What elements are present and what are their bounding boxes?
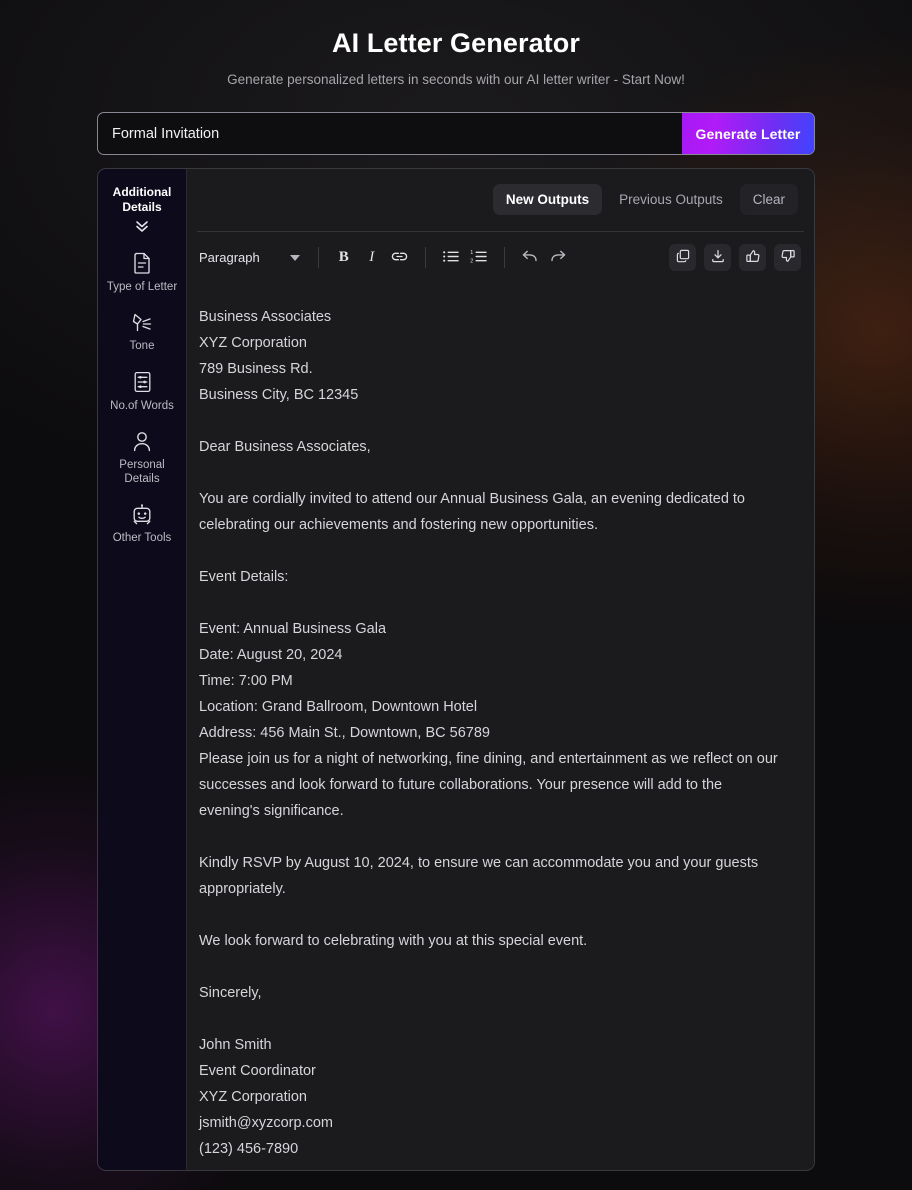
redo-icon <box>549 249 567 267</box>
thumbs-down-button[interactable] <box>774 244 801 272</box>
undo-icon <box>521 249 539 267</box>
chevron-down-icon <box>289 254 300 261</box>
generate-letter-button[interactable]: Generate Letter <box>682 113 814 154</box>
sidebar-item-tone[interactable]: Tone <box>99 303 185 362</box>
download-button[interactable] <box>704 244 731 272</box>
download-icon <box>711 249 725 266</box>
sidebar-item-personal-details[interactable]: Personal Details <box>99 422 185 495</box>
recipient-company: XYZ Corporation <box>199 334 307 351</box>
app-root: AI Letter Generator Generate personalize… <box>0 0 912 1190</box>
link-icon <box>391 249 408 267</box>
user-icon <box>132 431 152 452</box>
undo-button[interactable] <box>516 245 544 271</box>
letter-signature-block: John Smith Event Coordinator XYZ Corpora… <box>199 1032 785 1162</box>
numbered-list-icon: 1 2 <box>470 249 488 267</box>
letter-output[interactable]: Business Associates XYZ Corporation 789 … <box>187 284 814 1170</box>
sidebar: Additional Details Type of Letter Tone N… <box>98 169 187 1170</box>
bullet-list-button[interactable] <box>437 245 465 271</box>
detail-note: Please join us for a night of networking… <box>199 750 778 819</box>
thumbs-up-button[interactable] <box>739 244 766 272</box>
bullet-list-icon <box>442 249 460 267</box>
sidebar-title: Additional Details <box>112 185 172 214</box>
signature-name: John Smith <box>199 1036 272 1053</box>
sidebar-item-label: Tone <box>129 340 155 352</box>
block-format-label: Paragraph <box>199 250 260 266</box>
redo-button[interactable] <box>544 245 572 271</box>
detail-time: Time: 7:00 PM <box>199 672 293 689</box>
letter-recipient-block: Business Associates XYZ Corporation 789 … <box>199 304 785 408</box>
svg-text:1: 1 <box>470 250 473 256</box>
detail-address: Address: 456 Main St., Downtown, BC 5678… <box>199 724 490 741</box>
toolbar-separator <box>317 247 319 269</box>
letter-details-block: Event: Annual Business Gala Date: August… <box>199 616 785 824</box>
tab-new-outputs[interactable]: New Outputs <box>492 184 603 216</box>
detail-location: Location: Grand Ballroom, Downtown Hotel <box>199 698 478 715</box>
numbered-list-button[interactable]: 1 2 <box>465 245 493 271</box>
copy-icon <box>676 249 690 266</box>
toolbar-separator <box>424 247 426 269</box>
letter-salutation: Dear Business Associates, <box>199 438 371 455</box>
main-panel: Additional Details Type of Letter Tone N… <box>97 168 815 1171</box>
detail-date: Date: August 20, 2024 <box>199 646 343 663</box>
signature-email: jsmith@xyzcorp.com <box>199 1114 333 1131</box>
signature-phone: (123) 456-7890 <box>199 1140 299 1157</box>
format-toolbar: Paragraph B I 1 2 <box>187 232 814 284</box>
output-tabs: New Outputs Previous Outputs Clear <box>187 169 814 231</box>
signature-company: XYZ Corporation <box>199 1088 307 1105</box>
bold-button[interactable]: B <box>330 245 358 271</box>
letter-closing-line: We look forward to celebrating with you … <box>199 932 588 949</box>
sidebar-item-label: Type of Letter <box>106 281 178 293</box>
copy-button[interactable] <box>669 244 696 272</box>
letter-details-heading: Event Details: <box>199 568 289 585</box>
sidebar-item-label: Personal Details <box>119 459 165 485</box>
prompt-bar: Generate Letter <box>97 112 815 155</box>
prompt-input[interactable] <box>98 113 682 154</box>
link-button[interactable] <box>386 245 414 271</box>
sidebar-item-type-of-letter[interactable]: Type of Letter <box>99 243 185 303</box>
page-title: AI Letter Generator <box>332 28 580 58</box>
recipient-city: Business City, BC 12345 <box>199 386 359 403</box>
chevrons-down-icon[interactable] <box>134 219 150 233</box>
page-subtitle: Generate personalized letters in seconds… <box>227 72 685 87</box>
italic-button[interactable]: I <box>358 245 386 271</box>
robot-icon <box>131 504 153 525</box>
content-area: New Outputs Previous Outputs Clear Parag… <box>187 169 814 1170</box>
letter-sign-off: Sincerely, <box>199 984 262 1001</box>
thumbs-down-icon <box>781 249 795 266</box>
signature-title: Event Coordinator <box>199 1062 316 1079</box>
letter-rsvp: Kindly RSVP by August 10, 2024, to ensur… <box>199 854 759 897</box>
sidebar-item-no-of-words[interactable]: No.of Words <box>99 362 185 422</box>
page-header: AI Letter Generator Generate personalize… <box>0 0 912 89</box>
detail-event: Event: Annual Business Gala <box>199 620 387 637</box>
recipient-name: Business Associates <box>199 308 332 325</box>
document-icon <box>133 252 152 274</box>
sidebar-item-label: No.of Words <box>110 400 174 412</box>
toolbar-separator <box>503 247 505 269</box>
svg-text:2: 2 <box>470 258 473 263</box>
letter-intro: You are cordially invited to attend our … <box>199 490 746 533</box>
sidebar-item-other-tools[interactable]: Other Tools <box>99 495 185 554</box>
desk-lamp-icon <box>131 312 153 333</box>
clear-button[interactable]: Clear <box>739 184 798 216</box>
thumbs-up-icon <box>745 249 760 266</box>
recipient-street: 789 Business Rd. <box>199 360 313 377</box>
list-settings-icon <box>133 371 152 393</box>
block-format-select[interactable]: Paragraph <box>198 245 307 270</box>
tab-previous-outputs[interactable]: Previous Outputs <box>606 184 736 215</box>
sidebar-item-label: Other Tools <box>112 532 172 544</box>
